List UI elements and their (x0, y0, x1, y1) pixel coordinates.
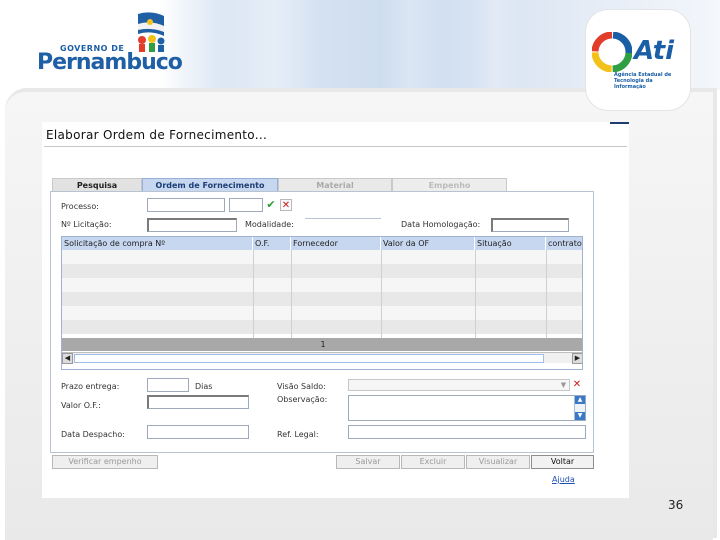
page-title: Elaborar Ordem de Fornecimento... (46, 128, 268, 142)
clear-x-icon[interactable]: ✕ (571, 379, 583, 391)
results-grid: Solicitação de compra Nº O.F. Fornecedor… (61, 236, 583, 370)
prazo-unit: Dias (195, 382, 213, 391)
window-top-accent (610, 122, 629, 124)
table-row[interactable] (62, 250, 582, 264)
confirm-check-icon[interactable]: ✔ (265, 199, 277, 211)
ref-legal-label: Ref. Legal: (277, 430, 319, 439)
gov-logo-line2: Pernambuco (37, 50, 183, 75)
data-despacho-input[interactable] (147, 425, 249, 439)
tab-material[interactable]: Material (278, 178, 392, 192)
processo-input[interactable] (147, 198, 225, 212)
voltar-button[interactable]: Voltar (531, 455, 594, 469)
data-despacho-label: Data Despacho: (61, 430, 125, 439)
grid-pager[interactable]: 1 (62, 338, 582, 351)
app-window: Elaborar Ordem de Fornecimento... Pesqui… (42, 122, 629, 498)
visualizar-button[interactable]: Visualizar (466, 455, 530, 469)
scroll-down-icon[interactable]: ▼ (575, 412, 585, 420)
grid-divider (475, 250, 476, 338)
title-divider (44, 146, 627, 147)
table-row[interactable] (62, 292, 582, 306)
slide-number: 36 (668, 498, 684, 512)
licitacao-label: Nº Licitação: (61, 220, 112, 229)
grid-divider (253, 250, 254, 338)
excluir-button[interactable]: Excluir (401, 455, 465, 469)
observacao-label: Observação: (277, 395, 328, 404)
licitacao-input[interactable] (147, 218, 237, 232)
observacao-scrollbar[interactable]: ▲ ▼ (574, 396, 585, 420)
processo-year-input[interactable] (229, 198, 263, 212)
modalidade-label: Modalidade: (245, 220, 294, 229)
col-solicitacao[interactable]: Solicitação de compra Nº (62, 237, 253, 250)
verificar-empenho-button[interactable]: Verificar empenho (52, 455, 158, 469)
ati-logo-name: Ati (634, 36, 675, 66)
scroll-left-icon[interactable]: ◀ (62, 353, 73, 364)
tab-ordem-de-fornecimento[interactable]: Ordem de Fornecimento (142, 178, 278, 192)
grid-divider (546, 250, 547, 338)
col-contrato[interactable]: contrato (546, 237, 582, 250)
salvar-button[interactable]: Salvar (336, 455, 400, 469)
help-link[interactable]: Ajuda (552, 475, 575, 484)
table-row[interactable] (62, 306, 582, 320)
tab-empenho[interactable]: Empenho (392, 178, 507, 192)
visao-saldo-select[interactable]: ▼ (348, 379, 570, 391)
prazo-input[interactable] (147, 378, 189, 392)
scroll-right-icon[interactable]: ▶ (572, 353, 582, 364)
table-row[interactable] (62, 320, 582, 334)
tab-pesquisa[interactable]: Pesquisa (52, 178, 142, 192)
processo-label: Processo: (61, 202, 99, 211)
valor-of-input[interactable] (147, 395, 249, 409)
grid-horizontal-scrollbar[interactable]: ◀ ▶ (62, 352, 582, 364)
tab-bar: Pesquisa Ordem de Fornecimento Material … (52, 178, 507, 192)
modalidade-value (305, 218, 381, 219)
table-row[interactable] (62, 278, 582, 292)
ati-circle-icon (592, 32, 632, 72)
form-panel: Processo: ✔ ✕ Nº Licitação: Modalidade: … (50, 191, 594, 453)
homologacao-input[interactable] (491, 218, 569, 232)
grid-divider (381, 250, 382, 338)
scroll-thumb[interactable] (74, 354, 544, 363)
ref-legal-input[interactable] (348, 425, 586, 439)
visao-saldo-label: Visão Saldo: (277, 382, 326, 391)
grid-divider (291, 250, 292, 338)
col-valor-of[interactable]: Valor da OF (381, 237, 475, 250)
grid-header: Solicitação de compra Nº O.F. Fornecedor… (62, 237, 582, 250)
table-row[interactable] (62, 264, 582, 278)
observacao-value (349, 404, 351, 413)
col-situacao[interactable]: Situação (475, 237, 546, 250)
observacao-textarea[interactable]: ▲ ▼ (348, 395, 586, 421)
col-fornecedor[interactable]: Fornecedor (291, 237, 381, 250)
valor-of-label: Valor O.F.: (61, 401, 101, 410)
scroll-up-icon[interactable]: ▲ (575, 396, 585, 404)
homologacao-label: Data Homologação: (401, 220, 481, 229)
prazo-label: Prazo entrega: (61, 382, 120, 391)
dropdown-arrow-icon[interactable]: ▼ (559, 381, 568, 390)
clear-x-icon[interactable]: ✕ (280, 199, 292, 211)
col-of[interactable]: O.F. (253, 237, 291, 250)
ati-logo-subtitle: Agência Estadual de Tecnologia da Inform… (614, 72, 672, 90)
